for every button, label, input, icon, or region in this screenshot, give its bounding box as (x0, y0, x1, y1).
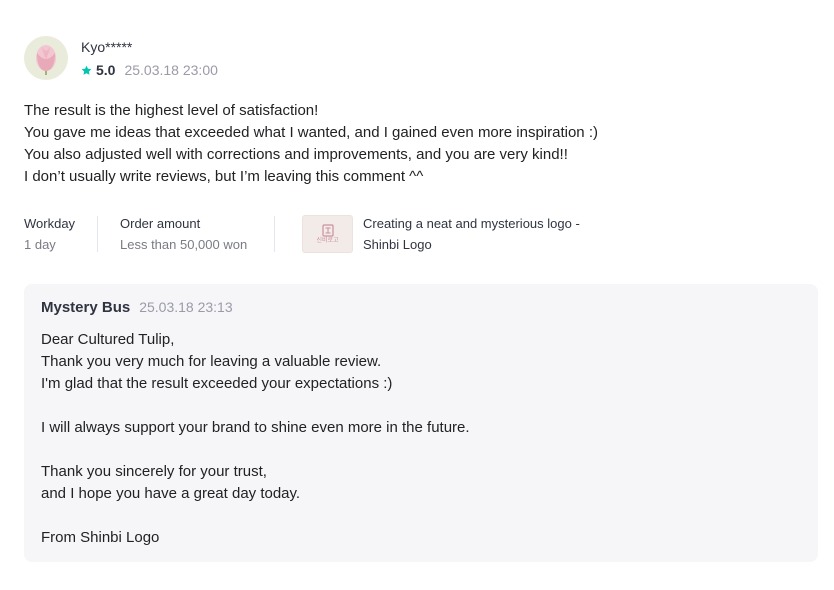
review-card: Kyo***** 5.0 25.03.18 23:00 The result i… (24, 36, 818, 254)
star-icon (81, 65, 92, 75)
avatar[interactable] (24, 36, 68, 80)
gig-title[interactable]: Creating a neat and mysterious logo - Sh… (363, 213, 580, 255)
review-header: Kyo***** 5.0 25.03.18 23:00 (24, 36, 818, 82)
gig-link[interactable]: 신비로고 Creating a neat and mysterious logo… (302, 213, 580, 255)
reviewer-nickname: Kyo***** (81, 39, 133, 55)
gig-title-line: Creating a neat and mysterious logo - (363, 216, 580, 231)
review-line: I don’t usually write reviews, but I’m l… (24, 168, 424, 185)
order-amount-value: Less than 50,000 won (120, 236, 248, 252)
order-meta: Workday 1 day Order amount Less than 50,… (24, 214, 818, 254)
reply-line: and I hope you have a great day today. (41, 485, 301, 502)
divider (274, 216, 275, 252)
rating-value: 5.0 (96, 62, 116, 78)
reply-line: Thank you sincerely for your trust, (41, 463, 267, 480)
reply-line (41, 505, 801, 527)
reply-line (41, 395, 801, 417)
tulip-icon (36, 45, 56, 75)
rating-row: 5.0 25.03.18 23:00 (81, 62, 218, 78)
reply-line: Thank you very much for leaving a valuab… (41, 353, 382, 370)
workday-label: Workday (24, 215, 76, 231)
reply-header: Mystery Bus 25.03.18 23:13 (41, 299, 801, 319)
gig-thumbnail[interactable]: 신비로고 (302, 215, 353, 253)
reply-line: Dear Cultured Tulip, (41, 331, 175, 348)
reply-date: 25.03.18 23:13 (139, 299, 233, 315)
workday-info: Workday 1 day (24, 215, 97, 254)
review-date: 25.03.18 23:00 (124, 62, 218, 78)
review-line: The result is the highest level of satis… (24, 102, 319, 119)
reply-text: Dear Cultured Tulip, Thank you very much… (41, 329, 801, 549)
workday-value: 1 day (24, 236, 56, 252)
seller-reply: Mystery Bus 25.03.18 23:13 Dear Cultured… (24, 284, 818, 562)
review-line: You gave me ideas that exceeded what I w… (24, 124, 598, 141)
gig-thumbnail-text: 신비로고 (316, 236, 339, 244)
reply-line: I'm glad that the result exceeded your e… (41, 375, 393, 392)
review-text: The result is the highest level of satis… (24, 100, 818, 188)
logo-mark-icon (321, 223, 334, 237)
order-amount-info: Order amount Less than 50,000 won (98, 215, 274, 254)
reply-line: I will always support your brand to shin… (41, 419, 470, 436)
reply-line (41, 439, 801, 461)
review-line: You also adjusted well with corrections … (24, 146, 568, 163)
gig-title-line: Shinbi Logo (363, 237, 432, 252)
order-amount-label: Order amount (120, 215, 201, 231)
seller-name: Mystery Bus (41, 299, 131, 316)
reply-line: From Shinbi Logo (41, 529, 160, 546)
